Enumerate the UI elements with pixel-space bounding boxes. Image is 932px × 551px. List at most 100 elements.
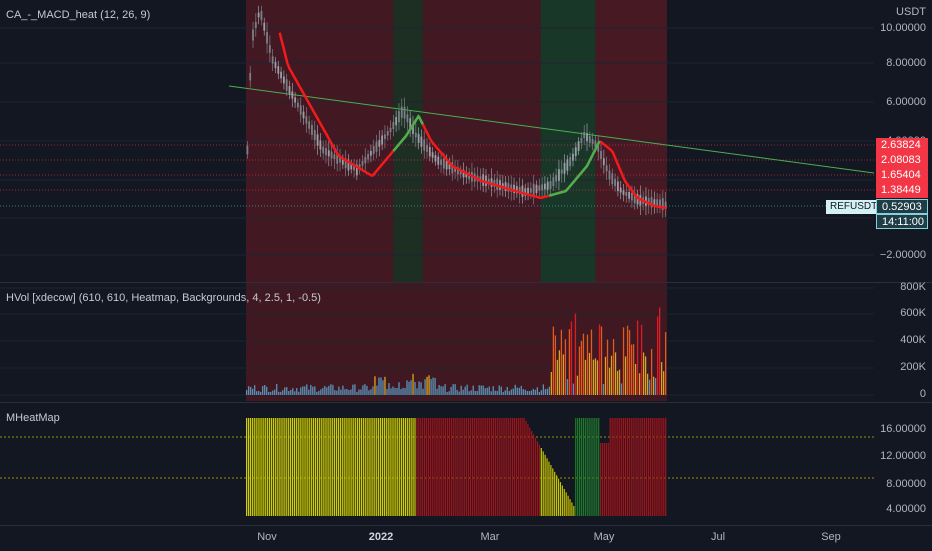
candle-body (398, 111, 400, 123)
heat-bar (523, 418, 525, 516)
candle-body (294, 97, 297, 103)
candle-body (549, 181, 552, 189)
heat-bar (513, 418, 516, 516)
volume-bar (448, 391, 450, 395)
vol-axis-400k: 400K (900, 334, 926, 346)
heat-bar (460, 418, 462, 516)
candle-body (577, 141, 580, 151)
volume-bar (658, 307, 661, 395)
heat-bar (538, 444, 540, 516)
candle-body (504, 182, 507, 191)
heat-bar (445, 418, 447, 516)
volume-bar (382, 380, 384, 395)
heat-bar (550, 465, 552, 516)
volume-bar (598, 324, 601, 395)
heat-bar (318, 418, 320, 516)
volume-bar (546, 388, 549, 395)
volume-bar (608, 367, 611, 395)
price-pane[interactable]: CA_-_MACD_heat (12, 26, 9) USDT 10.00000… (0, 0, 932, 282)
price-chart[interactable] (0, 0, 874, 282)
candle-body (428, 147, 431, 157)
candle-body (266, 32, 268, 44)
volume-bar (634, 364, 637, 395)
volume-bar (626, 325, 629, 395)
heat-bar (257, 418, 259, 516)
volume-bar (664, 332, 667, 395)
heat-bar (557, 478, 560, 516)
volume-bar (476, 391, 478, 395)
heatmap-chart[interactable] (0, 403, 874, 526)
volume-bar (502, 391, 504, 395)
volume-bar (358, 389, 360, 395)
heat-bar (630, 418, 632, 516)
heat-bar (301, 418, 303, 516)
heatmap-pane[interactable]: MHeatMap 16.00000 12.00000 8.00000 4.000… (0, 402, 932, 526)
heat-bar (286, 418, 288, 516)
volume-bar (616, 370, 619, 395)
volume-bar (516, 387, 518, 395)
volume-bar (330, 384, 332, 395)
heat-bar (454, 418, 456, 516)
volume-bar (566, 379, 569, 395)
candle-body (631, 192, 633, 201)
volume-bar (398, 382, 400, 395)
heat-bar (391, 418, 393, 516)
volume-bar (620, 383, 623, 395)
volume-bar (302, 386, 304, 395)
volume-bar (662, 371, 665, 395)
heat-bar (596, 418, 598, 516)
heat-bar (395, 418, 397, 516)
heat-bar (328, 418, 330, 516)
heat-bar (582, 418, 584, 516)
volume-bar (588, 352, 591, 395)
volume-bar (372, 386, 374, 395)
volume-bar (408, 381, 410, 395)
volume-bar (306, 384, 308, 395)
volume-bar (622, 327, 625, 395)
heat-bar (401, 418, 403, 516)
heat-bar (337, 418, 340, 516)
candle-body (249, 72, 252, 81)
volume-bar (452, 384, 454, 395)
heat-bar (322, 418, 324, 516)
heat-bar (619, 418, 621, 516)
time-axis[interactable] (0, 525, 932, 551)
volume-bar (254, 385, 256, 395)
volume-bar (426, 376, 428, 395)
time-label-nov: Nov (257, 531, 277, 543)
volume-bar (618, 369, 621, 395)
volume-bar (404, 388, 406, 395)
heat-bar (311, 418, 313, 516)
heat-bar (418, 418, 420, 516)
heat-axis-4: 4.00000 (886, 503, 926, 515)
volume-bar (340, 389, 342, 395)
heat-bar (466, 418, 468, 516)
heat-bar (443, 418, 445, 516)
price-axis-neg2: −2.00000 (879, 249, 926, 261)
volume-bar (500, 386, 502, 395)
heat-bar (356, 418, 359, 516)
heat-bar (399, 418, 401, 516)
heat-bar (339, 418, 341, 516)
heat-bar (268, 418, 271, 516)
volume-pane[interactable]: HVol [xdecow] (610, 610, Heatmap, Backgr… (0, 281, 932, 402)
volume-bar (338, 386, 340, 395)
volume-bar (438, 385, 440, 395)
volume-bar (328, 385, 330, 395)
volume-bar (270, 391, 272, 395)
heat-bar (320, 418, 322, 516)
heat-bar (435, 418, 437, 516)
volume-bar (660, 362, 663, 395)
time-label-may: May (593, 531, 615, 543)
volume-bar (376, 385, 378, 395)
heat-bar (477, 418, 479, 516)
volume-bar (568, 329, 571, 395)
volume-bar (304, 386, 306, 395)
volume-bar (590, 329, 593, 395)
heat-bar (469, 418, 472, 516)
volume-bar (416, 388, 418, 395)
heat-bar (448, 418, 451, 516)
heat-bar (622, 418, 625, 516)
volume-bar (410, 380, 412, 395)
heat-bar (282, 418, 284, 516)
